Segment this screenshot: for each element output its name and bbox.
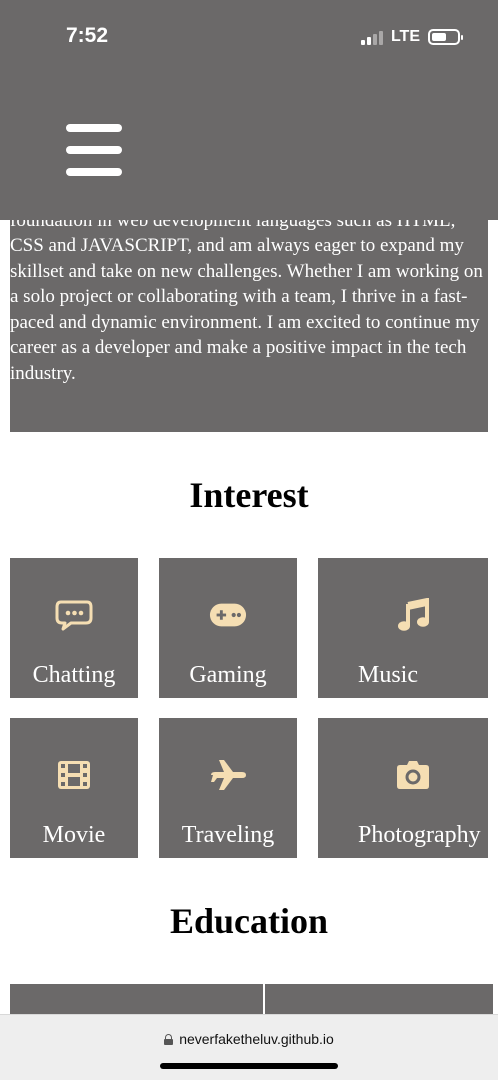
interest-label: Photography [358, 822, 481, 848]
education-heading: Education [169, 901, 329, 941]
interest-card-chatting[interactable]: Chatting [10, 558, 138, 698]
interest-card-traveling[interactable]: Traveling [159, 718, 297, 858]
home-indicator[interactable] [160, 1063, 338, 1069]
film-icon [55, 756, 93, 794]
browser-address-bar[interactable]: neverfaketheluv.github.io [0, 1014, 498, 1080]
gamepad-icon [209, 596, 247, 634]
interest-label: Music [358, 662, 418, 688]
hamburger-menu-icon[interactable] [66, 124, 122, 176]
interest-label: Movie [42, 822, 106, 848]
interest-card-music[interactable]: Music [318, 558, 488, 698]
chat-bubble-icon [55, 596, 93, 634]
battery-icon [428, 29, 463, 45]
lock-icon [164, 1033, 174, 1045]
interest-card-movie[interactable]: Movie [10, 718, 138, 858]
interest-label: Chatting [32, 662, 116, 688]
interest-card-photography[interactable]: Photography [318, 718, 488, 858]
interest-heading: Interest [189, 475, 309, 515]
url-text[interactable]: neverfaketheluv.github.io [179, 1031, 334, 1047]
about-panel: foundation in web development languages … [10, 200, 488, 432]
network-label: LTE [390, 28, 420, 45]
interest-label: Traveling [181, 822, 275, 848]
status-indicators: LTE [360, 28, 463, 46]
interest-card-gaming[interactable]: Gaming [159, 558, 297, 698]
camera-icon [394, 756, 432, 794]
interest-label: Gaming [189, 662, 267, 688]
plane-icon [209, 756, 247, 794]
music-note-icon [394, 596, 432, 634]
status-time: 7:52 [66, 24, 109, 47]
signal-icon [360, 29, 383, 45]
header-bar: 7:52 LTE [0, 0, 498, 220]
about-text: foundation in web development languages … [10, 209, 483, 384]
